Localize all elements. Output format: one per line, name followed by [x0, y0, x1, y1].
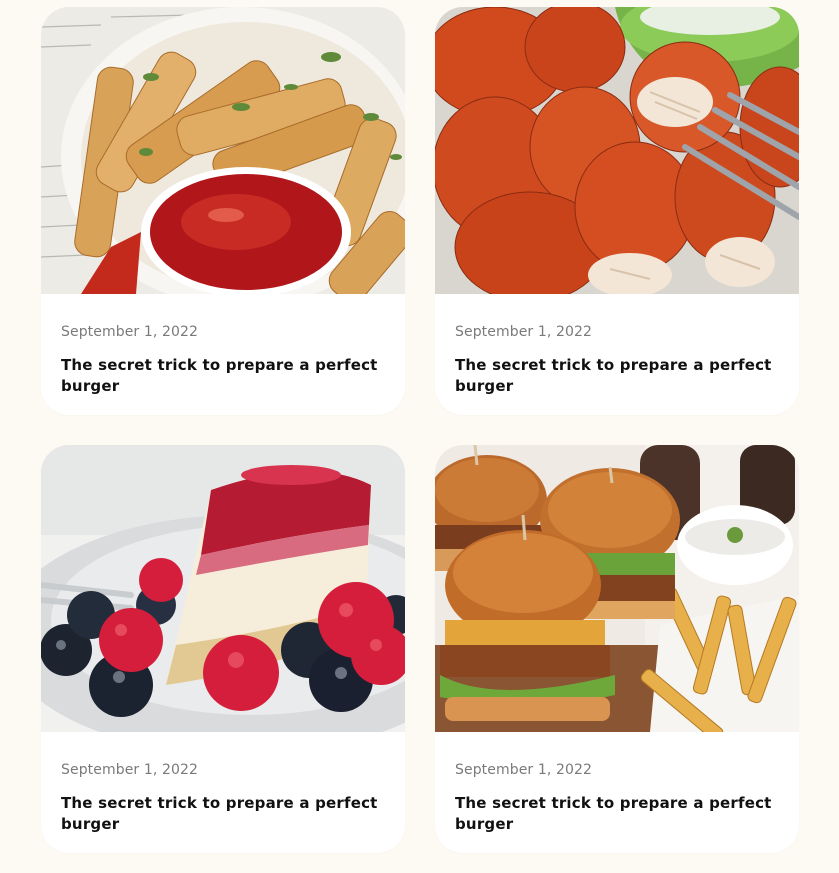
post-date: September 1, 2022: [455, 762, 592, 778]
cheesecake-image[interactable]: [41, 445, 405, 732]
post-date: September 1, 2022: [455, 324, 592, 340]
post-title[interactable]: The secret trick to prepare a perfect bu…: [455, 793, 779, 835]
card-body: September 1, 2022 The secret trick to pr…: [41, 294, 405, 397]
post-title[interactable]: The secret trick to prepare a perfect bu…: [61, 355, 385, 397]
fries-ketchup-image[interactable]: [41, 7, 405, 294]
blog-card[interactable]: September 1, 2022 The secret trick to pr…: [41, 445, 405, 853]
fried-chicken-image[interactable]: [435, 7, 799, 294]
card-body: September 1, 2022 The secret trick to pr…: [41, 732, 405, 835]
card-body: September 1, 2022 The secret trick to pr…: [435, 732, 799, 835]
post-date: September 1, 2022: [61, 324, 198, 340]
blog-card-grid: September 1, 2022 The secret trick to pr…: [41, 7, 799, 853]
card-body: September 1, 2022 The secret trick to pr…: [435, 294, 799, 397]
blog-card[interactable]: September 1, 2022 The secret trick to pr…: [435, 7, 799, 415]
post-title[interactable]: The secret trick to prepare a perfect bu…: [455, 355, 779, 397]
burgers-image[interactable]: [435, 445, 799, 732]
post-date: September 1, 2022: [61, 762, 198, 778]
post-title[interactable]: The secret trick to prepare a perfect bu…: [61, 793, 385, 835]
blog-card[interactable]: September 1, 2022 The secret trick to pr…: [435, 445, 799, 853]
blog-card[interactable]: September 1, 2022 The secret trick to pr…: [41, 7, 405, 415]
